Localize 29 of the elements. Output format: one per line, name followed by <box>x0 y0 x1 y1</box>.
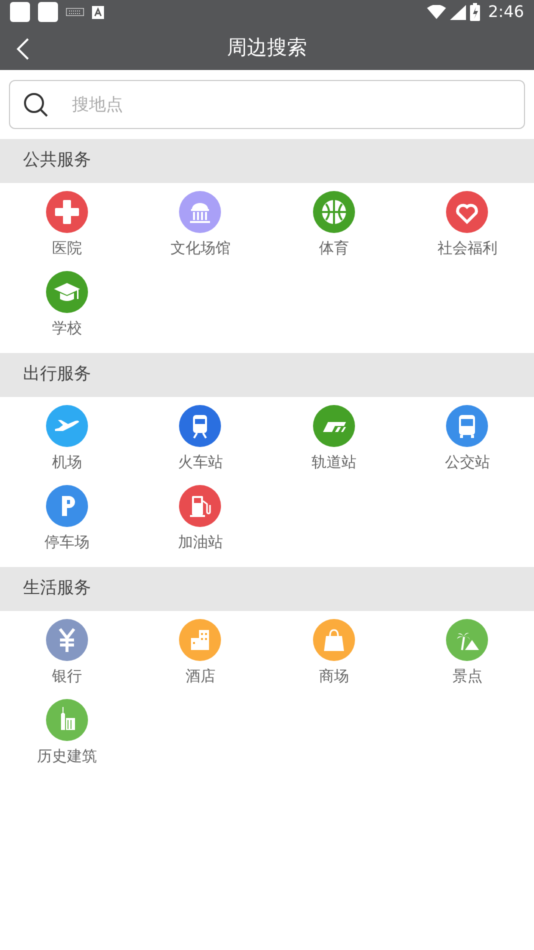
category-button[interactable]: 加油站 <box>134 481 267 561</box>
category-button[interactable]: 公交站 <box>400 401 534 481</box>
category-button[interactable]: 景点 <box>400 615 534 695</box>
keyboard-icon <box>66 8 84 16</box>
notification-icon <box>10 2 30 22</box>
category-button[interactable]: 酒店 <box>134 615 267 695</box>
category-button[interactable]: 火车站 <box>134 401 267 481</box>
category-button[interactable]: 历史建筑 <box>0 695 134 775</box>
category-button[interactable]: 医院 <box>0 187 134 267</box>
category-button[interactable]: 商场 <box>267 615 400 695</box>
section-header: 公共服务 <box>23 149 91 172</box>
battery-icon <box>470 3 480 21</box>
category-button[interactable]: 轨道站 <box>267 401 400 481</box>
status-time: 2:46 <box>488 1 524 23</box>
search-field[interactable]: 搜地点 <box>9 80 525 129</box>
category-button[interactable]: 停车场 <box>0 481 134 561</box>
category-button[interactable]: 学校 <box>0 267 134 347</box>
section-header: 生活服务 <box>23 577 91 600</box>
page-title: 周边搜索 <box>227 34 307 61</box>
signal-icon <box>450 4 466 20</box>
notification-icon <box>38 2 58 22</box>
category-button[interactable]: 体育 <box>267 187 400 267</box>
category-button[interactable]: 文化场馆 <box>134 187 267 267</box>
category-button[interactable]: 机场 <box>0 401 134 481</box>
category-button[interactable]: 银行 <box>0 615 134 695</box>
section-header: 出行服务 <box>23 363 91 386</box>
wifi-icon <box>427 5 446 19</box>
input-method-icon <box>92 6 104 18</box>
category-button[interactable]: 社会福利 <box>400 187 534 267</box>
